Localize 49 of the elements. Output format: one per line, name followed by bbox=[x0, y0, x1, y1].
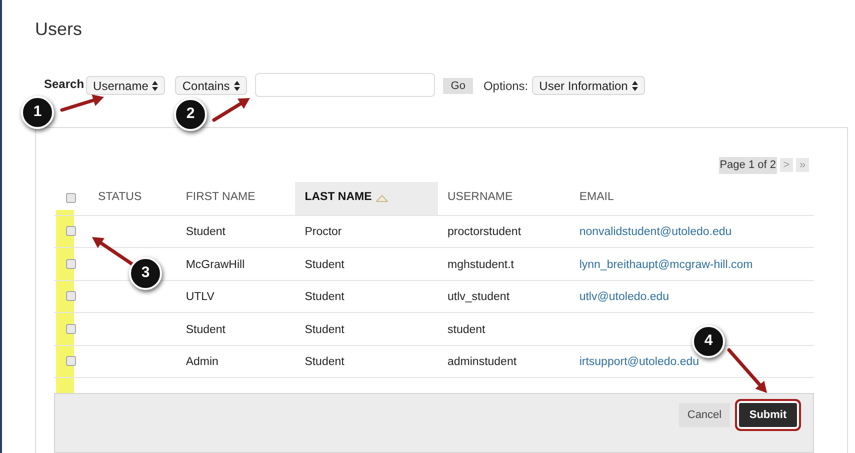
table-cell: proctorstudent bbox=[448, 226, 522, 238]
search-field[interactable] bbox=[254, 73, 435, 97]
checkbox[interactable] bbox=[66, 356, 76, 366]
arrow bbox=[727, 348, 767, 393]
table-cell: Student bbox=[304, 356, 344, 368]
search-label: Search bbox=[44, 76, 84, 93]
submit-button[interactable]: Submit bbox=[739, 403, 797, 427]
email-link[interactable]: lynn_breithaupt@mcgraw-hill.com bbox=[579, 258, 753, 271]
arrow bbox=[212, 98, 250, 122]
updown-icon bbox=[152, 80, 158, 90]
checkbox[interactable] bbox=[66, 193, 76, 203]
options-label: Options: bbox=[483, 78, 528, 95]
email-link[interactable]: irtsupport@utoledo.edu bbox=[579, 356, 700, 368]
updown-icon bbox=[234, 80, 240, 90]
table-cell: Admin bbox=[186, 356, 218, 368]
table-cell: Student bbox=[186, 226, 226, 238]
email-link[interactable]: nonvalidstudent@utoledo.edu bbox=[579, 226, 732, 238]
page-indicator: Page 1 of 2 bbox=[718, 157, 777, 174]
sort-ascending-icon bbox=[376, 194, 388, 202]
table-cell: Student bbox=[304, 258, 344, 271]
column-header[interactable]: STATUS bbox=[88, 182, 176, 215]
column-header[interactable]: LAST NAME bbox=[294, 182, 438, 215]
callout-number: 1 bbox=[21, 96, 54, 129]
table-cell: Student bbox=[304, 291, 344, 304]
table-cell: Proctor bbox=[304, 226, 342, 238]
arrow bbox=[92, 237, 134, 266]
cancel-button[interactable]: Cancel bbox=[679, 403, 730, 427]
table-cell: Student bbox=[304, 324, 344, 336]
callout-number: 2 bbox=[174, 98, 207, 131]
table-cell: mghstudent.t bbox=[448, 258, 514, 271]
field-select[interactable]: Username bbox=[86, 76, 166, 95]
column-header[interactable]: USERNAME bbox=[438, 182, 570, 215]
arrow bbox=[60, 94, 104, 112]
table-cell: adminstudent bbox=[448, 356, 517, 368]
table-cell: McGrawHill bbox=[186, 258, 245, 271]
checkbox[interactable] bbox=[66, 226, 76, 236]
operator-select[interactable]: Contains bbox=[175, 76, 247, 95]
checkbox[interactable] bbox=[66, 291, 76, 302]
table-cell: Student bbox=[186, 324, 226, 336]
updown-icon bbox=[632, 80, 638, 90]
go-button[interactable]: Go bbox=[442, 78, 474, 94]
page-title: Users bbox=[35, 18, 82, 41]
email-link[interactable]: utlv@utoledo.edu bbox=[579, 291, 670, 304]
table-cell: utlv_student bbox=[448, 291, 510, 304]
column-header[interactable]: EMAIL bbox=[569, 182, 814, 215]
table-cell: UTLV bbox=[186, 291, 214, 304]
options-select[interactable]: User Information bbox=[532, 76, 645, 95]
column-header[interactable]: FIRST NAME bbox=[176, 182, 295, 215]
table-cell: student bbox=[448, 324, 486, 336]
